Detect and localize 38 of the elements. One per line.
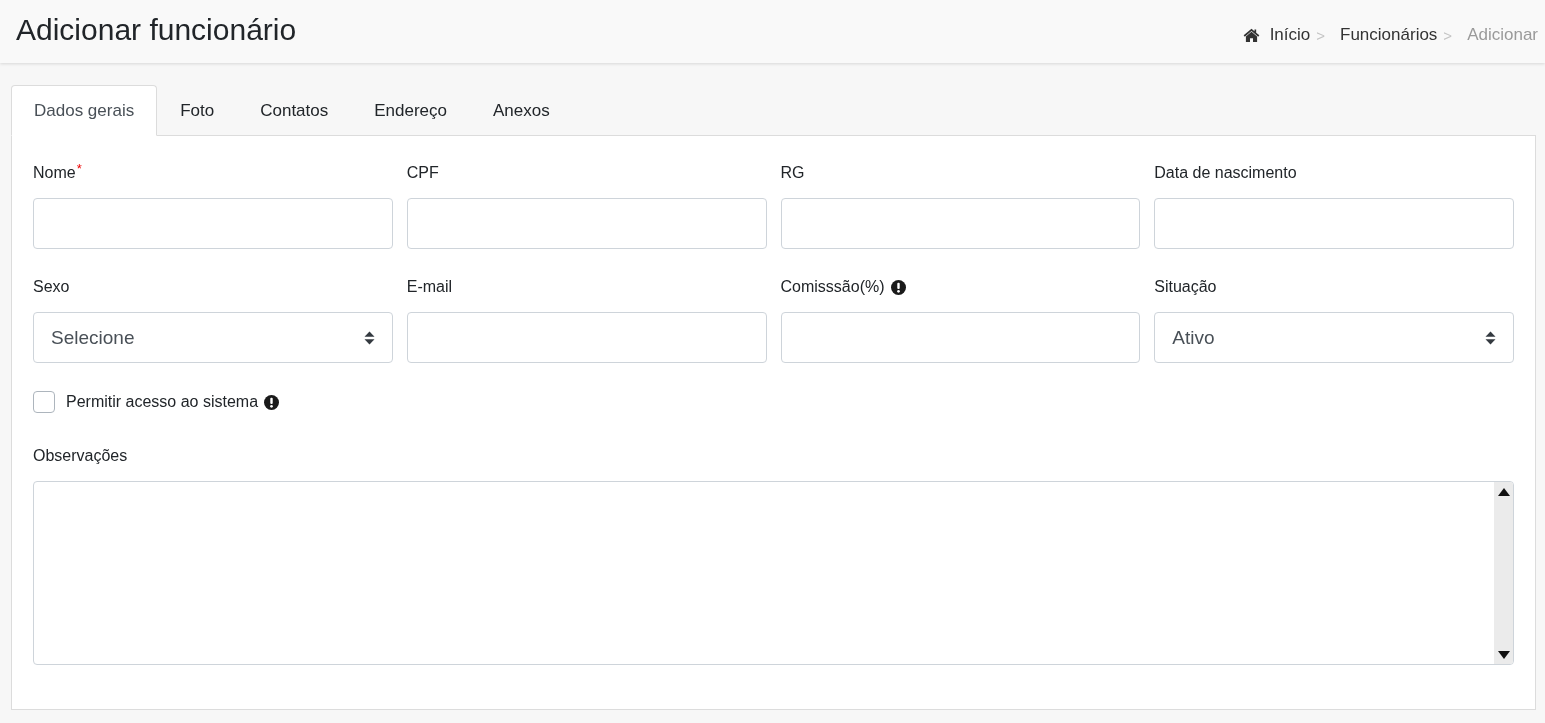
tab[interactable]: Dados gerais [11, 85, 158, 136]
breadcrumb-link[interactable]: Início [1242, 25, 1311, 45]
field-label: Nome [33, 163, 76, 183]
field-label: CPF [406, 163, 439, 183]
textarea-field[interactable] [33, 481, 1514, 665]
field-label: Situação [1154, 277, 1217, 297]
breadcrumb-current: Adicionar [1467, 25, 1538, 45]
select-dropdown[interactable]: Selecione [33, 312, 393, 363]
input-field[interactable] [406, 198, 767, 249]
checkbox-label[interactable]: Permitir acesso ao sistema [66, 393, 259, 411]
input-field[interactable] [1154, 198, 1514, 249]
checkbox[interactable] [33, 391, 55, 413]
input-field[interactable] [780, 312, 1141, 363]
field-label: Observações [33, 446, 128, 466]
field-label: Sexo [33, 277, 70, 297]
field-label: Data de nascimento [1154, 163, 1297, 183]
field-label: Comisssão(%) [780, 277, 885, 297]
tab[interactable]: Anexos [470, 85, 573, 136]
page-title: Adicionar funcionário [16, 11, 297, 48]
input-field[interactable] [33, 198, 393, 249]
updown-caret-icon [363, 330, 375, 345]
breadcrumb-link[interactable]: Funcionários [1340, 25, 1438, 45]
input-field[interactable] [406, 312, 767, 363]
tab[interactable]: Contatos [237, 85, 352, 136]
home-icon [1242, 28, 1260, 42]
tab[interactable]: Endereço [351, 85, 471, 136]
scrollbar[interactable] [1494, 482, 1513, 664]
field-label: E-mail [406, 277, 453, 297]
tab[interactable]: Foto [157, 85, 238, 136]
scroll-up-icon[interactable] [1497, 488, 1510, 496]
field-label: RG [780, 163, 805, 183]
scroll-down-icon[interactable] [1497, 651, 1510, 659]
updown-caret-icon [1485, 330, 1496, 345]
breadcrumb-separator: > [1316, 26, 1326, 44]
required-mark: * [76, 163, 82, 175]
input-field[interactable] [780, 198, 1141, 249]
breadcrumb-separator: > [1443, 26, 1453, 44]
select-dropdown[interactable]: Ativo [1154, 312, 1514, 363]
